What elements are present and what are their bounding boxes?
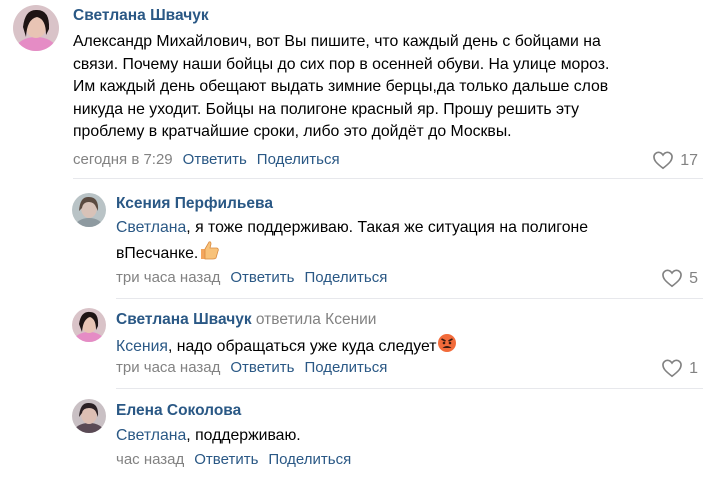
comment-text: Светлана, поддерживаю. (116, 425, 301, 448)
reply-button[interactable]: Ответить (230, 269, 294, 286)
comment: Светлана Швачук Александр Михайлович, во… (0, 0, 720, 180)
mention-link[interactable]: Светлана (116, 219, 186, 236)
avatar-photo-icon (72, 193, 106, 227)
heart-icon (662, 269, 682, 288)
comment-text-part: вПесчанке. (116, 244, 199, 262)
angry-face-icon (437, 333, 457, 361)
share-button[interactable]: Поделиться (257, 151, 340, 168)
like-button[interactable]: 17 (652, 151, 698, 170)
heart-icon (662, 359, 682, 378)
mention-link[interactable]: Ксения (116, 338, 168, 355)
comment-text-line: Светлана, поддерживаю. (116, 425, 301, 448)
heart-icon (653, 151, 674, 170)
avatar-photo-icon (72, 308, 106, 342)
mention-link[interactable]: Светлана (116, 427, 186, 444)
comment-author-name[interactable]: Светлана Швачук (116, 311, 252, 328)
comment-author: Светлана Швачук ответила Ксении (116, 311, 376, 329)
reply-button[interactable]: Ответить (183, 151, 247, 168)
avatar[interactable] (72, 308, 106, 342)
comment-meta: три часа назад Ответить Поделиться (116, 359, 387, 376)
avatar-photo-icon (72, 399, 106, 433)
comment-author[interactable]: Ксения Перфильева (116, 195, 273, 213)
comment-reply: Светлана Швачук ответила Ксении Ксения, … (0, 300, 720, 390)
comment-reply: Ксения Перфильева Светлана, я тоже подде… (0, 180, 720, 300)
comment-text: Александр Михайлович, вот Вы пишите, что… (73, 31, 609, 144)
like-count: 17 (680, 151, 698, 169)
reply-button[interactable]: Ответить (230, 359, 294, 376)
share-button[interactable]: Поделиться (304, 269, 387, 286)
comment-text-line: проблему в кратчайшие сроки, либо это до… (73, 123, 512, 140)
comment-text-line: связи. Почему наши бойцы до сих пор в ос… (73, 55, 610, 73)
comment-text: Ксения, надо обращаться уже куда следует (116, 333, 457, 361)
comment-meta: час назад Ответить Поделиться (116, 451, 351, 468)
comment-meta: три часа назад Ответить Поделиться (116, 269, 387, 286)
comment-reply: Елена Соколова Светлана, поддерживаю. ча… (0, 390, 720, 480)
comment-text-line: Ксения, надо обращаться уже куда следует (116, 333, 457, 361)
thumbs-up-icon (198, 240, 220, 268)
avatar[interactable] (13, 5, 59, 51)
divider (116, 388, 703, 389)
divider (73, 178, 703, 179)
comment-time[interactable]: три часа назад (116, 359, 220, 376)
comment-text-line: Им каждый день обещают выдать зимние бер… (73, 78, 609, 95)
comment-text-part: , я тоже поддерживаю. Такая же ситуация … (186, 219, 588, 236)
comment-author[interactable]: Елена Соколова (116, 402, 241, 420)
comment-time[interactable]: сегодня в 7:29 (73, 151, 173, 168)
share-button[interactable]: Поделиться (268, 451, 351, 468)
comment-text-line: никуда не уходит. Бойцы на полигоне крас… (73, 100, 580, 118)
reply-button[interactable]: Ответить (194, 451, 258, 468)
comment-text-line: вПесчанке. (116, 240, 588, 268)
like-button[interactable]: 1 (661, 359, 698, 378)
avatar[interactable] (72, 193, 106, 227)
comment-author[interactable]: Светлана Швачук (73, 7, 209, 25)
comment-text-part: , надо обращаться уже куда следует (168, 337, 437, 355)
comment-text-line: Светлана, я тоже поддерживаю. Такая же с… (116, 217, 588, 240)
divider (116, 298, 703, 299)
comment-text-line: Александр Михайлович, вот Вы пишите, что… (73, 33, 601, 50)
comment-text: Светлана, я тоже поддерживаю. Такая же с… (116, 217, 588, 267)
comment-time[interactable]: час назад (116, 451, 184, 468)
like-count: 1 (689, 359, 698, 377)
avatar-photo-icon (13, 5, 59, 51)
comment-time[interactable]: три часа назад (116, 269, 220, 286)
avatar[interactable] (72, 399, 106, 433)
comment-meta: сегодня в 7:29 Ответить Поделиться (73, 151, 340, 168)
like-button[interactable]: 5 (661, 269, 698, 288)
like-count: 5 (689, 269, 698, 287)
share-button[interactable]: Поделиться (304, 359, 387, 376)
reply-to-label[interactable]: ответила Ксении (256, 311, 377, 328)
comment-text-part: , поддерживаю. (186, 427, 301, 444)
